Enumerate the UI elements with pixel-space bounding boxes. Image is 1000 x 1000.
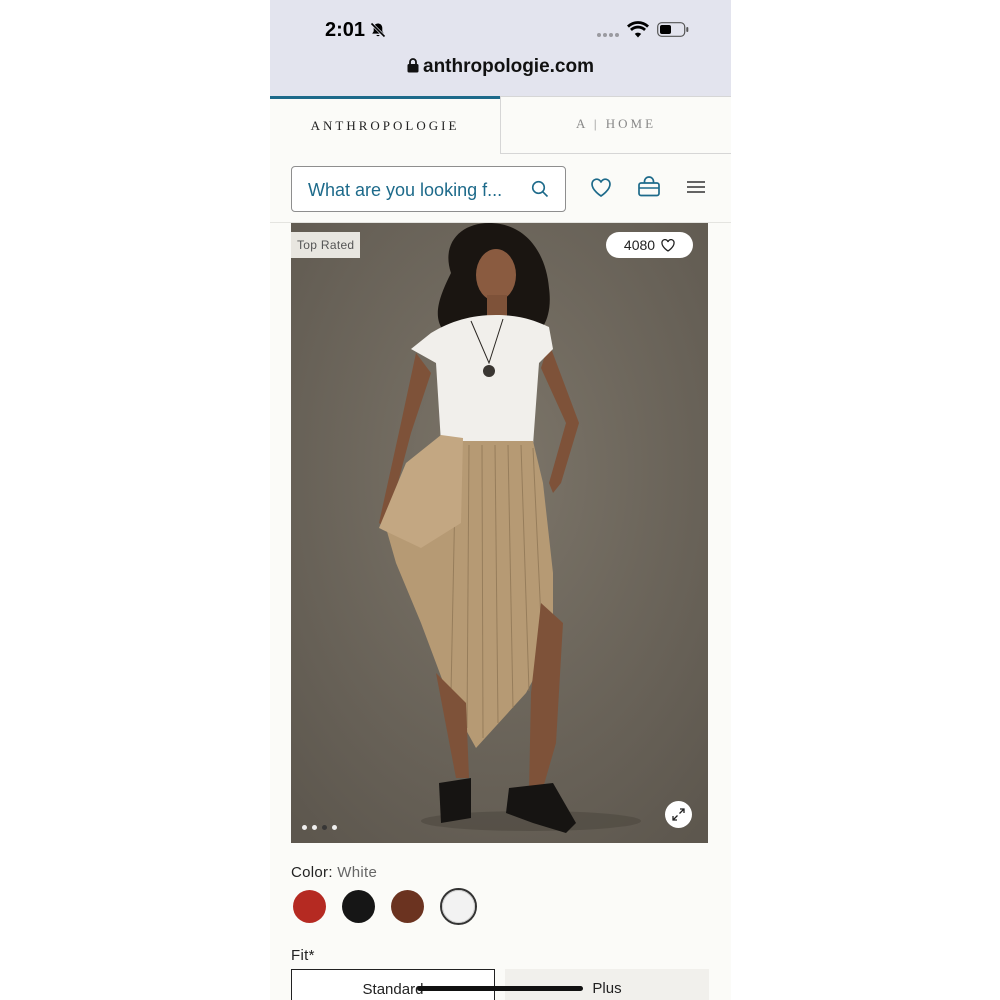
search-icon[interactable] (531, 180, 549, 198)
color-label: Color: White (291, 864, 377, 881)
color-label-text: Color: (291, 864, 333, 881)
favorites-count: 4080 (623, 237, 656, 253)
address-bar[interactable]: anthropologie.com (270, 56, 731, 78)
color-swatch-red[interactable] (293, 890, 326, 923)
bell-muted-icon (370, 22, 386, 38)
expand-icon (672, 808, 685, 821)
color-swatch-white[interactable] (442, 890, 475, 923)
wifi-icon (627, 21, 649, 38)
fit-option-standard[interactable]: Standard (291, 969, 495, 1000)
lock-icon (407, 58, 419, 73)
brand-tabs: ANTHROPOLOGIE A | HOME (270, 96, 731, 154)
carousel-dot[interactable] (332, 825, 337, 830)
heart-icon (661, 238, 675, 252)
color-swatch-black[interactable] (342, 890, 375, 923)
expand-image-button[interactable] (665, 801, 692, 828)
phone-screen: 2:01 anthropologie.com ANTHROPOLOGIE A |… (270, 0, 731, 1000)
browser-top-bar: 2:01 anthropologie.com (270, 0, 731, 96)
tab-anthropologie-label: ANTHROPOLOGIE (310, 118, 460, 133)
tab-a-home[interactable]: A | HOME (500, 96, 731, 154)
heart-icon[interactable] (588, 174, 614, 200)
product-photo (291, 223, 708, 843)
battery-icon (657, 22, 689, 37)
top-rated-badge: Top Rated (291, 232, 361, 258)
carousel-dot[interactable] (312, 825, 317, 830)
fit-option-plus[interactable]: Plus (505, 969, 709, 1000)
tab-anthropologie[interactable]: ANTHROPOLOGIE (270, 96, 500, 154)
site-header (270, 154, 731, 223)
product-image[interactable]: Top Rated 4080 (291, 223, 708, 843)
menu-icon[interactable] (683, 174, 709, 200)
status-time: 2:01 (325, 19, 366, 41)
shopping-bag-icon[interactable] (636, 174, 662, 200)
fit-option-plus-label: Plus (592, 980, 622, 997)
selected-color-value: White (337, 864, 378, 881)
home-indicator[interactable] (417, 986, 583, 991)
tab-a-home-label: A | HOME (575, 116, 657, 131)
cellular-signal-icon (597, 33, 619, 37)
search-input[interactable] (306, 167, 525, 213)
color-swatch-brown[interactable] (391, 890, 424, 923)
carousel-dot[interactable] (322, 825, 327, 830)
image-carousel-dots[interactable] (302, 825, 337, 830)
search-box[interactable] (291, 166, 566, 213)
fit-option-standard-label: Standard (362, 981, 424, 998)
carousel-dot[interactable] (302, 825, 307, 830)
fit-label: Fit* (291, 947, 315, 964)
url-text: anthropologie.com (423, 56, 594, 77)
favorites-count-button[interactable]: 4080 (606, 232, 693, 258)
